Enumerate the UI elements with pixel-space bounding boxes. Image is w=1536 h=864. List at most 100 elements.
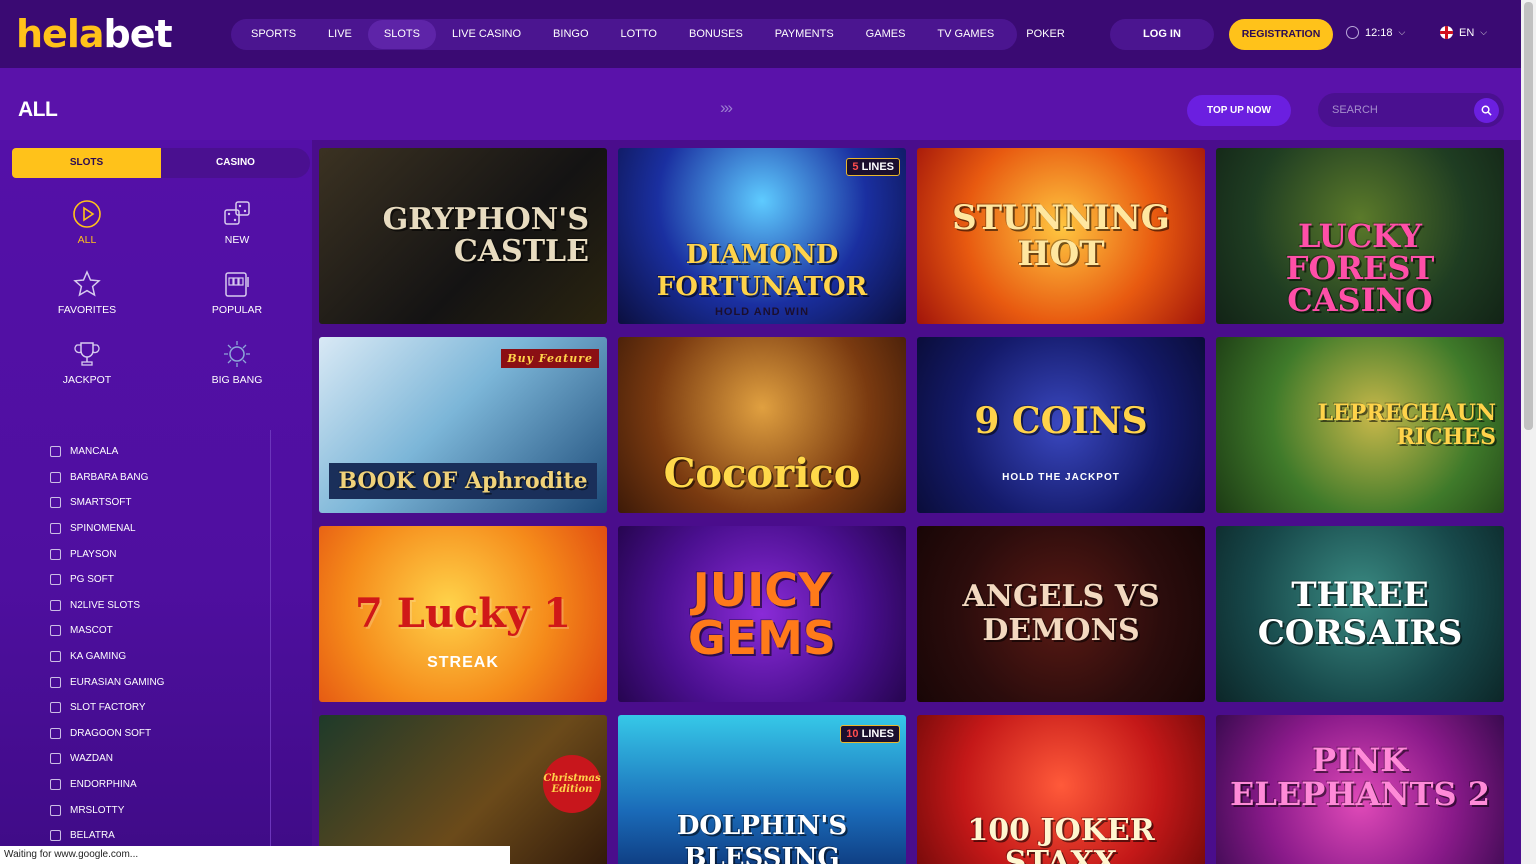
login-button[interactable]: LOG IN xyxy=(1110,19,1214,50)
provider-filter[interactable]: MRSLOTTY xyxy=(50,797,164,823)
game-tile-diamond-fortunator[interactable]: 5 LINES DIAMOND FORTUNATOR HOLD AND WIN xyxy=(618,148,906,324)
checkbox[interactable] xyxy=(50,599,61,611)
checkbox[interactable] xyxy=(50,804,61,816)
england-flag-icon xyxy=(1440,26,1453,39)
game-tile-book-of-aphrodite[interactable]: Buy Feature BOOK OF Aphrodite xyxy=(319,337,607,513)
game-tile-angels-vs-demons[interactable]: ANGELS VS DEMONS xyxy=(917,526,1205,702)
category-jackpot[interactable]: JACKPOT xyxy=(42,338,132,386)
checkbox[interactable] xyxy=(50,446,61,458)
category-new[interactable]: NEW xyxy=(192,198,282,246)
game-tile-leprechaun-riches[interactable]: LEPRECHAUN RICHES xyxy=(1216,337,1504,513)
scrollbar-thumb[interactable] xyxy=(1524,2,1533,430)
chevron-down-icon: ⌵ xyxy=(1398,27,1406,37)
nav-slots[interactable]: SLOTS xyxy=(367,20,436,49)
sidebar-tabs: SLOTS CASINO xyxy=(12,148,310,178)
checkbox[interactable] xyxy=(50,625,61,637)
game-tile-stunning-hot[interactable]: STUNNING HOT xyxy=(917,148,1205,324)
game-tile-juicy-gems[interactable]: JUICY GEMS xyxy=(618,526,906,702)
provider-filter[interactable]: PG SOFT xyxy=(50,567,164,593)
game-grid: GRYPHON'S CASTLE 5 LINES DIAMOND FORTUNA… xyxy=(319,148,1509,864)
checkbox[interactable] xyxy=(50,830,61,842)
game-tile-christmas-edition[interactable]: Christmas Edition xyxy=(319,715,607,864)
search-input[interactable] xyxy=(1332,104,1462,116)
category-label: JACKPOT xyxy=(62,374,112,386)
top-up-button[interactable]: TOP UP NOW xyxy=(1187,95,1291,126)
category-label: FAVORITES xyxy=(57,304,117,316)
category-label: NEW xyxy=(224,234,250,246)
page-scrollbar[interactable] xyxy=(1521,0,1536,864)
category-favorites[interactable]: FAVORITES xyxy=(42,268,132,316)
provider-filter[interactable]: MASCOT xyxy=(50,618,164,644)
registration-button[interactable]: REGISTRATION xyxy=(1229,19,1333,50)
tab-casino[interactable]: CASINO xyxy=(161,148,310,178)
game-tile-pink-elephants-2[interactable]: PINK ELEPHANTS 2 xyxy=(1216,715,1504,864)
provider-filter[interactable]: EURASIAN GAMING xyxy=(50,669,164,695)
sub-header xyxy=(0,68,1521,140)
clock-icon xyxy=(1346,26,1359,39)
provider-filter[interactable]: SMARTSOFT xyxy=(50,490,164,516)
nav-tv-games[interactable]: TV GAMES xyxy=(921,20,1010,49)
top-bar: helabet SPORTS LIVE SLOTS LIVE CASINO BI… xyxy=(0,0,1521,68)
provider-filter[interactable]: WAZDAN xyxy=(50,746,164,772)
provider-filter[interactable]: DRAGOON SOFT xyxy=(50,721,164,747)
checkbox[interactable] xyxy=(50,471,61,483)
game-tile-100-joker-staxx[interactable]: 100 JOKER STAXX xyxy=(917,715,1205,864)
language-selector[interactable]: EN ⌵ xyxy=(1440,26,1487,39)
time-value: 12:18 xyxy=(1365,26,1393,39)
nav-games[interactable]: GAMES xyxy=(850,20,922,49)
browser-status-bar: Waiting for www.google.com... xyxy=(0,846,510,864)
nav-poker[interactable]: POKER xyxy=(1010,20,1081,49)
category-popular[interactable]: POPULAR xyxy=(192,268,282,316)
nav-bonuses[interactable]: BONUSES xyxy=(673,20,759,49)
checkbox[interactable] xyxy=(50,753,61,765)
game-tile-gryphons-castle[interactable]: GRYPHON'S CASTLE xyxy=(319,148,607,324)
provider-filter[interactable]: PLAYSON xyxy=(50,541,164,567)
nav-bingo[interactable]: BINGO xyxy=(537,20,604,49)
slot-machine-icon xyxy=(225,272,249,297)
checkbox[interactable] xyxy=(50,651,61,663)
checkbox[interactable] xyxy=(50,523,61,535)
provider-filter[interactable]: N2LIVE SLOTS xyxy=(50,593,164,619)
page-title: ALL xyxy=(18,98,58,121)
category-all[interactable]: ALL xyxy=(42,198,132,246)
provider-filter[interactable]: KA GAMING xyxy=(50,644,164,670)
game-tile-three-corsairs[interactable]: THREE CORSAIRS xyxy=(1216,526,1504,702)
checkbox[interactable] xyxy=(50,779,61,791)
provider-filter[interactable]: BARBARA BANG xyxy=(50,465,164,491)
search-button[interactable] xyxy=(1474,98,1499,123)
checkbox[interactable] xyxy=(50,574,61,586)
nav-payments[interactable]: PAYMENTS xyxy=(759,20,850,49)
search-icon xyxy=(1481,105,1492,116)
checkbox[interactable] xyxy=(50,676,61,688)
nav-lotto[interactable]: LOTTO xyxy=(605,20,673,49)
game-tile-dolphins-blessing[interactable]: 10 LINES DOLPHIN'S BLESSING xyxy=(618,715,906,864)
time-selector[interactable]: 12:18 ⌵ xyxy=(1346,26,1405,39)
nav-live-casino[interactable]: LIVE CASINO xyxy=(436,20,537,49)
game-tile-lucky-streak[interactable]: 7 Lucky 1 STREAK xyxy=(319,526,607,702)
search-box xyxy=(1318,93,1504,127)
play-icon xyxy=(73,200,101,228)
checkbox[interactable] xyxy=(50,702,61,714)
star-icon xyxy=(73,270,101,297)
category-big-bang[interactable]: BIG BANG xyxy=(192,338,282,386)
nav-live[interactable]: LIVE xyxy=(312,20,368,49)
provider-filter[interactable]: BELATRA xyxy=(50,823,164,849)
provider-filter[interactable]: SPINOMENAL xyxy=(50,516,164,542)
lines-badge: 10 LINES xyxy=(840,725,900,743)
tab-slots[interactable]: SLOTS xyxy=(12,148,161,178)
language-value: EN xyxy=(1459,26,1475,39)
checkbox[interactable] xyxy=(50,497,61,509)
checkbox[interactable] xyxy=(50,548,61,560)
game-tile-cocorico[interactable]: Cocorico xyxy=(618,337,906,513)
dice-icon xyxy=(224,201,250,225)
provider-filter[interactable]: SLOT FACTORY xyxy=(50,695,164,721)
site-logo[interactable]: helabet xyxy=(16,14,173,54)
provider-filter[interactable]: ENDORPHINA xyxy=(50,772,164,798)
checkbox[interactable] xyxy=(50,727,61,739)
nav-sports[interactable]: SPORTS xyxy=(235,20,312,49)
game-tile-9-coins[interactable]: 9 COINS HOLD THE JACKPOT xyxy=(917,337,1205,513)
provider-filter[interactable]: MANCALA xyxy=(50,439,164,465)
chevron-down-icon: ⌵ xyxy=(1480,27,1488,37)
game-tile-lucky-forest-casino[interactable]: LUCKY FOREST CASINO xyxy=(1216,148,1504,324)
category-label: BIG BANG xyxy=(211,374,263,386)
